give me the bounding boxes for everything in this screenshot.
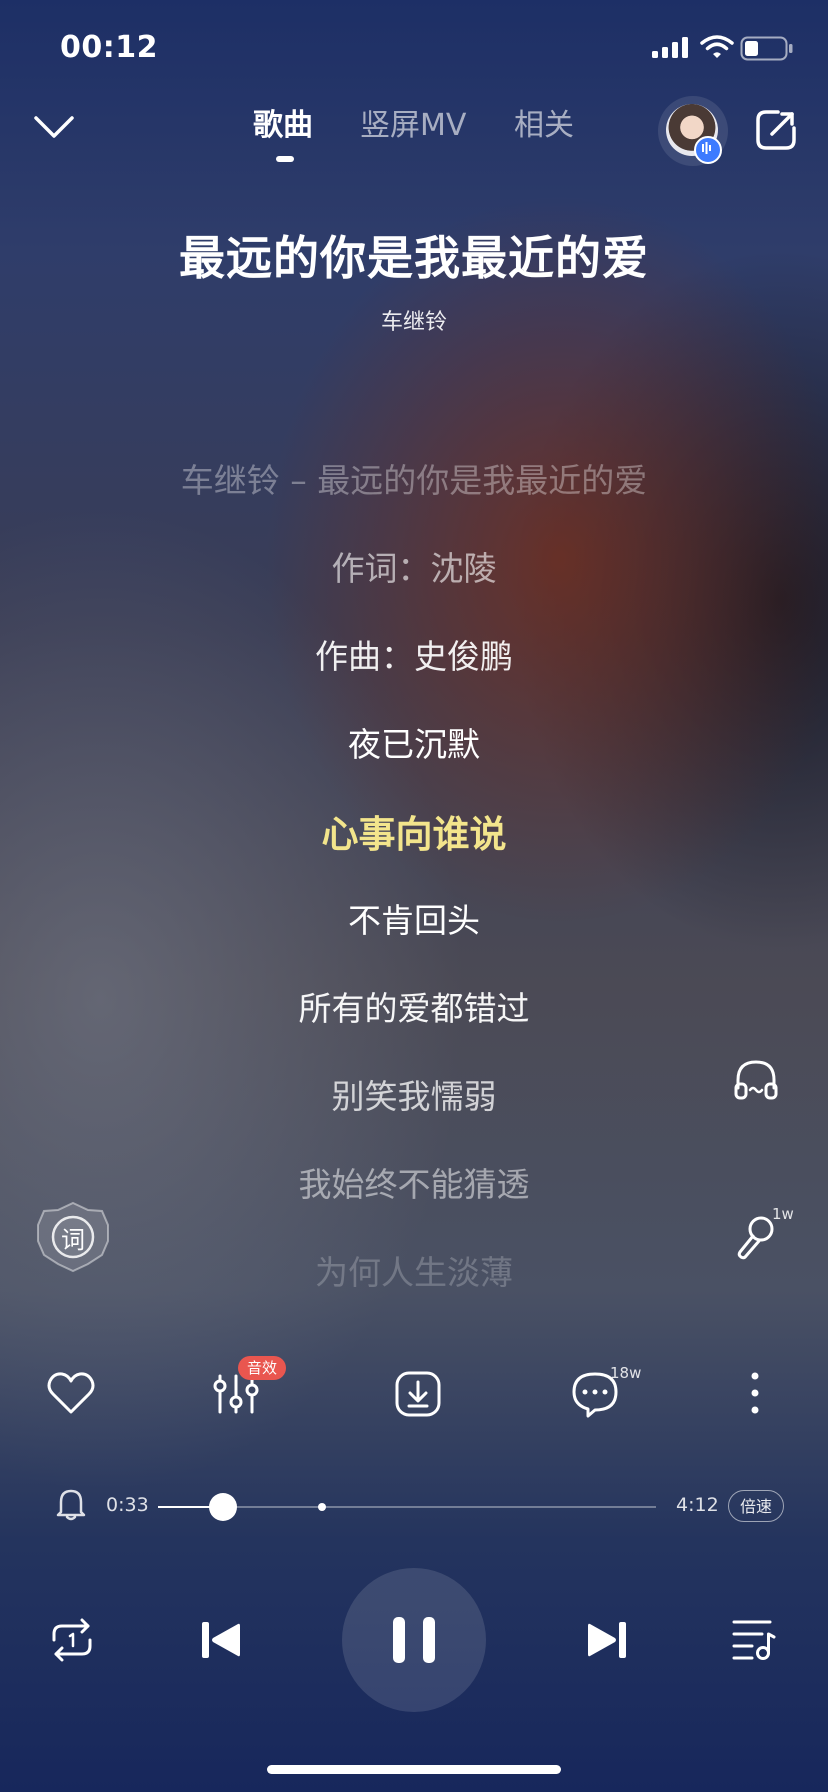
wifi-icon bbox=[700, 34, 734, 64]
playback-speed-button[interactable]: 倍速 bbox=[728, 1490, 784, 1522]
current-time: 0:33 bbox=[106, 1494, 149, 1516]
playlist-icon[interactable] bbox=[730, 1616, 778, 1666]
listen-together-headphones-icon[interactable] bbox=[732, 1058, 780, 1106]
singer-avatar-button[interactable] bbox=[658, 96, 728, 166]
lyric-line: 不肯回头 bbox=[348, 901, 480, 940]
sound-effects-badge: 音效 bbox=[238, 1356, 286, 1380]
tab-vertical-mv[interactable]: 竖屏MV bbox=[360, 100, 466, 144]
progress-slider[interactable] bbox=[158, 1493, 656, 1521]
lyric-mode-label: 词 bbox=[61, 1226, 85, 1254]
comment-count: 18w bbox=[610, 1364, 642, 1382]
tab-active-indicator bbox=[276, 156, 294, 162]
battery-icon bbox=[740, 36, 794, 66]
karaoke-count: 1w bbox=[772, 1205, 794, 1223]
lyric-mode-button[interactable]: 词 bbox=[34, 1200, 112, 1274]
pause-icon bbox=[393, 1617, 435, 1663]
current-lyric-line: 心事向谁说 bbox=[321, 813, 507, 856]
cellular-signal-icon bbox=[652, 36, 692, 64]
playing-badge-icon bbox=[694, 136, 722, 164]
lyric-line: 夜已沉默 bbox=[348, 725, 480, 764]
lyric-line: 作词：沈陵 bbox=[331, 549, 497, 588]
tab-song[interactable]: 歌曲 bbox=[253, 100, 313, 144]
lyric-line: 为何人生淡薄 bbox=[315, 1253, 513, 1292]
lyric-line: 车继铃 – 最远的你是我最近的爱 bbox=[180, 461, 648, 500]
repeat-one-icon[interactable] bbox=[48, 1618, 96, 1666]
lyric-line: 所有的爱都错过 bbox=[298, 989, 530, 1028]
home-indicator bbox=[267, 1765, 561, 1774]
play-pause-button[interactable] bbox=[342, 1568, 486, 1712]
previous-track-icon[interactable] bbox=[200, 1618, 244, 1666]
song-artist[interactable]: 车继铃 bbox=[0, 304, 828, 336]
status-time: 00:12 bbox=[60, 30, 158, 65]
lyric-line: 别笑我懦弱 bbox=[331, 1077, 497, 1116]
progress-knob[interactable] bbox=[209, 1493, 238, 1521]
share-icon[interactable] bbox=[754, 108, 798, 156]
progress-marker bbox=[317, 1503, 326, 1511]
next-track-icon[interactable] bbox=[584, 1618, 628, 1666]
lyric-line: 作曲：史俊鹏 bbox=[315, 637, 513, 676]
lyric-line: 我始终不能猜透 bbox=[298, 1165, 530, 1204]
sleep-timer-bell-icon[interactable] bbox=[56, 1486, 86, 1526]
total-time: 4:12 bbox=[676, 1494, 719, 1516]
tab-related[interactable]: 相关 bbox=[514, 100, 574, 144]
download-icon[interactable] bbox=[394, 1370, 442, 1422]
more-options-icon[interactable] bbox=[747, 1370, 763, 1420]
song-title: 最远的你是我最近的爱 bbox=[179, 231, 649, 285]
favorite-heart-icon[interactable] bbox=[46, 1370, 96, 1420]
